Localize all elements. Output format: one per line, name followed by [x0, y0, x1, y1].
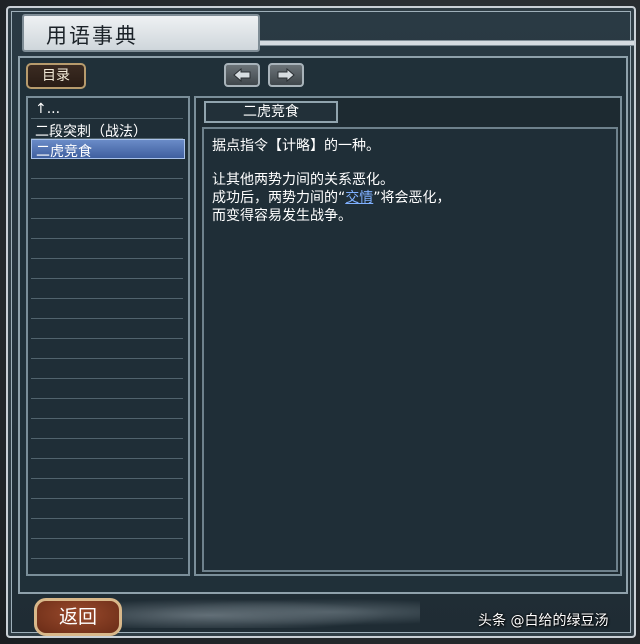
list-row-empty — [31, 340, 183, 359]
list-item-label: 二虎竞食 — [36, 144, 92, 160]
list-row-empty — [31, 460, 183, 479]
entry-line-3-post: ”将会恶化， — [373, 190, 451, 206]
list-row-empty — [31, 400, 183, 419]
entry-line-3: 成功后，两势力间的“交情”将会恶化， — [212, 187, 451, 207]
forward-nav-button[interactable] — [268, 63, 304, 87]
window-title: 用语事典 — [46, 24, 138, 48]
title-rail — [256, 40, 634, 46]
entry-line-2: 让其他两势力间的关系恶化。 — [212, 172, 394, 188]
list-row-empty — [31, 520, 183, 539]
cloud-decoration — [120, 596, 420, 628]
return-button[interactable]: 返回 — [34, 598, 122, 636]
entry-line-4: 而变得容易发生战争。 — [212, 208, 352, 224]
list-item[interactable]: 二段突刺（战法） — [31, 120, 183, 140]
list-row-empty — [31, 240, 183, 259]
list-item-label: 二段突刺（战法） — [35, 124, 147, 140]
keyword-link[interactable]: 交情 — [345, 190, 373, 206]
list-row-empty — [31, 220, 183, 239]
list-row-empty — [31, 420, 183, 439]
entry-description: 据点指令【计略】的一种。 让其他两势力间的关系恶化。 成功后，两势力间的“交情”… — [202, 127, 618, 572]
list-item-label: ↑... — [35, 101, 61, 117]
list-row-empty — [31, 160, 183, 179]
term-list: ↑... 二段突刺（战法） 二虎竞食 — [26, 96, 190, 576]
arrow-left-icon — [233, 68, 251, 82]
arrow-right-icon — [277, 68, 295, 82]
list-row-empty — [31, 500, 183, 519]
list-row-empty — [31, 260, 183, 279]
list-row-empty — [31, 180, 183, 199]
list-row-empty — [31, 440, 183, 459]
contents-button[interactable]: 目录 — [26, 63, 86, 89]
window-titlebar: 用语事典 — [22, 14, 260, 52]
entry-term-title: 二虎竞食 — [204, 101, 338, 123]
list-row-empty — [31, 380, 183, 399]
entry-line-1: 据点指令【计略】的一种。 — [212, 138, 380, 154]
back-nav-button[interactable] — [224, 63, 260, 87]
watermark: 头条 @白给的绿豆汤 — [478, 613, 609, 629]
list-item-selected[interactable]: 二虎竞食 — [31, 139, 185, 160]
list-row-empty — [31, 320, 183, 339]
list-item-up[interactable]: ↑... — [31, 100, 183, 119]
entry-line-3-pre: 成功后，两势力间的“ — [212, 190, 346, 206]
list-row-empty — [31, 280, 183, 299]
list-row-empty — [31, 360, 183, 379]
list-row-empty — [31, 300, 183, 319]
list-row-empty — [31, 480, 183, 499]
list-row-empty — [31, 200, 183, 219]
list-row-empty — [31, 540, 183, 559]
